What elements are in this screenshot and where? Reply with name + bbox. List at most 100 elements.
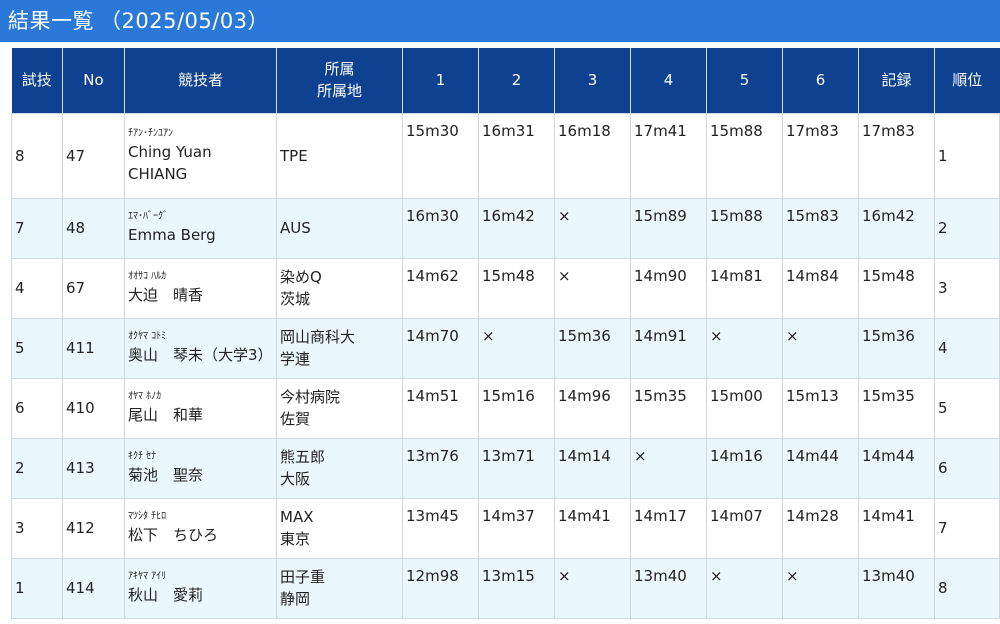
cell-order: 8 (11, 112, 63, 199)
athlete-name: Emma Berg (128, 226, 216, 244)
affiliation-region: 茨城 (280, 290, 311, 308)
athlete-kana: ｵﾔﾏ ﾎﾉｶ (128, 391, 162, 402)
cell-no: 410 (62, 377, 125, 439)
athlete-name: 大迫 晴香 (128, 286, 204, 304)
athlete-kana: ﾁｱﾝ･ﾁﾝﾕｱﾝ (128, 127, 173, 139)
cell-trial-1: 16m30 (402, 197, 479, 259)
cell-affiliation: 岡山商科大 学連 (276, 317, 403, 379)
affiliation: 今村病院 (280, 388, 341, 406)
cell-order: 4 (11, 257, 63, 319)
col-header-order: 試技 (11, 48, 63, 113)
cell-order: 1 (11, 557, 63, 619)
table-row: 1 414 ｱｷﾔﾏ ｱｲﾘ 秋山 愛莉 田子重 静岡 12m98 13m15 × 13m40 × ×… (11, 557, 1000, 619)
cell-rank: 7 (934, 497, 1000, 559)
cell-no: 413 (62, 437, 125, 499)
cell-trial-5: 14m81 (706, 257, 783, 319)
col-header-athlete: 競技者 (124, 48, 277, 113)
affiliation: 田子重 (280, 568, 326, 586)
athlete-kana: ｷｸﾁ ｾﾅ (128, 451, 157, 462)
cell-record: 15m48 (858, 257, 935, 319)
cell-rank: 4 (934, 317, 1000, 379)
cell-trial-1: 14m70 (402, 317, 479, 379)
affiliation-region: 佐賀 (280, 410, 311, 428)
cell-affiliation: 熊五郎 大阪 (276, 437, 403, 499)
table-row: 3 412 ﾏﾂｼﾀ ﾁﾋﾛ 松下 ちひろ MAX 東京 13m45 14m37 14m41 14… (11, 497, 1000, 559)
cell-trial-4: 15m35 (630, 377, 707, 439)
cell-trial-5: 14m16 (706, 437, 783, 499)
cell-athlete: ｱｷﾔﾏ ｱｲﾘ 秋山 愛莉 (124, 557, 277, 619)
cell-trial-6: × (782, 557, 859, 619)
cell-trial-4: 14m17 (630, 497, 707, 559)
cell-record: 13m40 (858, 557, 935, 619)
cell-athlete: ｷｸﾁ ｾﾅ 菊池 聖奈 (124, 437, 277, 499)
cell-record: 15m36 (858, 317, 935, 379)
cell-trial-5: 15m88 (706, 112, 783, 199)
affiliation: MAX (280, 508, 314, 526)
cell-order: 7 (11, 197, 63, 259)
col-header-rank: 順位 (934, 48, 1000, 113)
affiliation-region: 学連 (280, 350, 311, 368)
cell-affiliation: TPE (276, 112, 403, 199)
cell-trial-4: 17m41 (630, 112, 707, 199)
athlete-name: Ching Yuan (128, 142, 212, 161)
cell-trial-6: 14m28 (782, 497, 859, 559)
cell-trial-6: 15m83 (782, 197, 859, 259)
affiliation-region: 静岡 (280, 590, 311, 608)
cell-trial-6: 15m13 (782, 377, 859, 439)
cell-no: 412 (62, 497, 125, 559)
col-header-trial-5: 5 (706, 48, 783, 113)
affiliation: AUS (280, 219, 311, 237)
cell-affiliation: AUS (276, 197, 403, 259)
cell-trial-6: 14m84 (782, 257, 859, 319)
cell-trial-3: 14m41 (554, 497, 631, 559)
affiliation-region: 大阪 (280, 470, 311, 488)
cell-rank: 1 (934, 112, 1000, 199)
athlete-kana: ｵｵｻｺ ﾊﾙｶ (128, 271, 167, 282)
cell-record: 16m42 (858, 197, 935, 259)
cell-rank: 3 (934, 257, 1000, 319)
cell-affiliation: 染めQ 茨城 (276, 257, 403, 319)
table-row: 8 47 ﾁｱﾝ･ﾁﾝﾕｱﾝ Ching Yuan CHIANG TPE 15m30 16m3… (11, 112, 1000, 199)
cell-athlete: ｵｸﾔﾏ ｺﾄﾐ 奥山 琴未（大学3） (124, 317, 277, 379)
cell-trial-3: 14m14 (554, 437, 631, 499)
cell-trial-4: 15m89 (630, 197, 707, 259)
cell-affiliation: 今村病院 佐賀 (276, 377, 403, 439)
cell-no: 414 (62, 557, 125, 619)
table-row: 5 411 ｵｸﾔﾏ ｺﾄﾐ 奥山 琴未（大学3） 岡山商科大 学連 14m70 × 15m36… (11, 317, 1000, 379)
cell-trial-2: × (478, 317, 555, 379)
cell-no: 67 (62, 257, 125, 319)
col-header-record: 記録 (858, 48, 935, 113)
cell-trial-1: 14m51 (402, 377, 479, 439)
cell-trial-5: 14m07 (706, 497, 783, 559)
cell-trial-2: 16m42 (478, 197, 555, 259)
cell-record: 14m44 (858, 437, 935, 499)
col-header-no: No (62, 48, 125, 113)
cell-trial-4: 14m91 (630, 317, 707, 379)
affiliation-region: 東京 (280, 530, 311, 548)
athlete-kana: ｴﾏ･ﾊﾞｰｸﾞ (128, 211, 168, 222)
affiliation: 岡山商科大 (280, 328, 356, 346)
affiliation: 熊五郎 (280, 448, 326, 466)
table-row: 6 410 ｵﾔﾏ ﾎﾉｶ 尾山 和華 今村病院 佐賀 14m51 15m16 14m96 15m… (11, 377, 1000, 439)
cell-record: 15m35 (858, 377, 935, 439)
affiliation: 染めQ (280, 268, 322, 286)
cell-no: 411 (62, 317, 125, 379)
cell-no: 47 (62, 112, 125, 199)
cell-trial-3: 15m36 (554, 317, 631, 379)
athlete-kana: ﾏﾂｼﾀ ﾁﾋﾛ (128, 511, 167, 522)
cell-trial-4: 14m90 (630, 257, 707, 319)
col-header-trial-1: 1 (402, 48, 479, 113)
cell-order: 5 (11, 317, 63, 379)
cell-rank: 8 (934, 557, 1000, 619)
cell-order: 3 (11, 497, 63, 559)
cell-trial-4: × (630, 437, 707, 499)
cell-trial-5: 15m00 (706, 377, 783, 439)
athlete-name: 秋山 愛莉 (128, 586, 204, 604)
cell-rank: 5 (934, 377, 1000, 439)
cell-athlete: ｵﾔﾏ ﾎﾉｶ 尾山 和華 (124, 377, 277, 439)
cell-rank: 2 (934, 197, 1000, 259)
col-header-trial-4: 4 (630, 48, 707, 113)
cell-trial-2: 13m15 (478, 557, 555, 619)
cell-trial-2: 13m71 (478, 437, 555, 499)
cell-trial-6: × (782, 317, 859, 379)
